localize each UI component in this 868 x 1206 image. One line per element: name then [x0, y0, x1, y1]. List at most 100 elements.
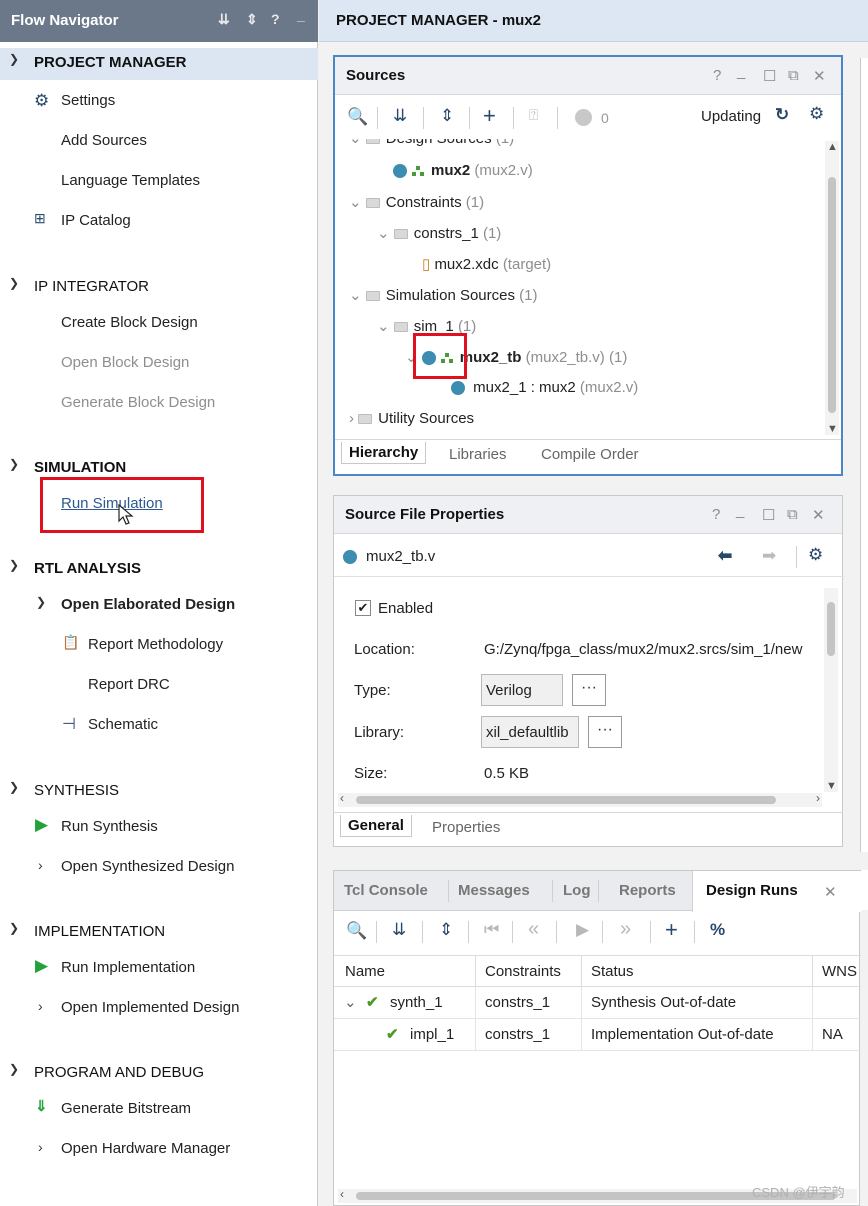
section-ip-integrator[interactable]: ❯ IP INTEGRATOR [0, 272, 318, 302]
toolbar-separator [423, 107, 424, 129]
scrollbar-thumb[interactable] [828, 177, 836, 413]
tab-messages[interactable]: Messages [458, 882, 530, 899]
section-project-manager[interactable]: ❯ PROJECT MANAGER [0, 48, 318, 80]
chevron-down-icon[interactable]: ❯ [36, 595, 46, 609]
nav-report-drc[interactable]: Report DRC [88, 676, 170, 693]
properties-scrollbar[interactable]: ▼ [824, 588, 838, 792]
column-header-name[interactable]: Name [345, 963, 385, 980]
nav-report-methodology[interactable]: Report Methodology [88, 636, 223, 653]
nav-generate-bitstream[interactable]: Generate Bitstream [61, 1100, 191, 1117]
nav-settings[interactable]: Settings [61, 92, 115, 109]
close-icon[interactable]: ✕ [812, 506, 825, 524]
column-header-constraints[interactable]: Constraints [485, 963, 561, 980]
tab-properties[interactable]: Properties [432, 819, 500, 836]
refresh-icon[interactable]: ↻ [775, 105, 789, 125]
table-row[interactable]: ✔ impl_1 constrs_1 Implementation Out-of… [334, 1019, 861, 1051]
nav-open-synthesized-design[interactable]: Open Synthesized Design [61, 858, 234, 875]
expand-all-icon[interactable]: ⇕ [246, 11, 258, 28]
tab-separator [448, 880, 449, 902]
section-rtl-analysis[interactable]: ❯ RTL ANALYSIS [0, 554, 318, 584]
add-icon[interactable]: + [665, 917, 678, 943]
help-icon[interactable]: ? [271, 11, 280, 27]
section-implementation[interactable]: ❯ IMPLEMENTATION [0, 917, 318, 947]
close-icon[interactable]: ✕ [813, 67, 826, 85]
library-more-button[interactable]: ··· [588, 716, 622, 748]
back-arrow-icon[interactable]: ⬅ [718, 546, 732, 566]
tree-node-mux2-1[interactable]: mux2_1 : mux2 (mux2.v) [451, 379, 638, 396]
gear-icon[interactable]: ⚙ [808, 545, 823, 565]
table-row[interactable]: ⌄ ✔ synth_1 constrs_1 Synthesis Out-of-d… [334, 987, 861, 1019]
toolbar-separator [468, 921, 469, 943]
first-icon: ⏮ [484, 920, 500, 939]
nav-open-hardware-manager[interactable]: Open Hardware Manager [61, 1140, 230, 1157]
run-constraints: constrs_1 [485, 994, 551, 1011]
chevron-right-icon[interactable]: › [38, 857, 43, 873]
nav-add-sources[interactable]: Add Sources [61, 132, 147, 149]
close-icon[interactable]: ✕ [824, 883, 837, 901]
chevron-right-icon[interactable]: › [38, 998, 43, 1014]
scrollbar-thumb[interactable] [356, 796, 776, 804]
tab-general[interactable]: General [340, 815, 412, 837]
section-program-and-debug[interactable]: ❯ PROGRAM AND DEBUG [0, 1058, 318, 1088]
help-icon[interactable]: ? [712, 506, 720, 523]
expand-all-icon[interactable]: ⇕ [440, 106, 454, 126]
nav-open-implemented-design[interactable]: Open Implemented Design [61, 999, 239, 1016]
chevron-down-icon[interactable]: ⌄ [344, 993, 357, 1011]
minimize-icon[interactable]: _ [737, 63, 745, 80]
collapse-all-icon[interactable]: ⇊ [392, 920, 406, 940]
expand-all-icon[interactable]: ⇕ [439, 920, 453, 940]
maximize-icon[interactable]: ☐ [763, 67, 776, 85]
status-count: 0 [601, 110, 609, 126]
tab-libraries[interactable]: Libraries [449, 446, 507, 463]
nav-run-synthesis[interactable]: Run Synthesis [61, 818, 158, 835]
tree-node-design-sources[interactable]: ⌄ Design Sources (1) [349, 139, 514, 147]
float-icon[interactable]: ⧉ [788, 67, 799, 84]
watermark: CSDN @伊宇韵 [752, 1185, 845, 1200]
column-header-wns[interactable]: WNS [822, 963, 857, 980]
minimize-icon[interactable]: _ [297, 7, 305, 23]
nav-create-block-design[interactable]: Create Block Design [61, 314, 198, 331]
enabled-checkbox[interactable]: ✔ [355, 600, 371, 616]
console-panel: Tcl Console Messages Log Reports Design … [333, 870, 861, 1206]
add-icon[interactable]: + [483, 103, 496, 129]
gear-icon[interactable]: ⚙ [809, 104, 824, 124]
toolbar-separator [376, 921, 377, 943]
maximize-icon[interactable]: ☐ [762, 506, 775, 524]
collapse-all-icon[interactable]: ⇊ [218, 11, 230, 28]
nav-language-templates[interactable]: Language Templates [61, 172, 200, 189]
nav-open-elaborated-design[interactable]: Open Elaborated Design [61, 596, 235, 613]
tab-hierarchy[interactable]: Hierarchy [341, 442, 427, 464]
section-synthesis[interactable]: ❯ SYNTHESIS [0, 776, 318, 806]
tab-log[interactable]: Log [563, 882, 591, 899]
help-icon[interactable]: ? [713, 67, 721, 84]
collapse-all-icon[interactable]: ⇊ [393, 106, 407, 126]
flow-navigator: Flow Navigator ⇊ ⇕ ? _ ❯ PROJECT MANAGER… [0, 0, 318, 1206]
tab-reports[interactable]: Reports [619, 882, 676, 899]
chevron-right-icon[interactable]: › [38, 1139, 43, 1155]
nav-ip-catalog[interactable]: IP Catalog [61, 212, 131, 229]
tab-compile-order[interactable]: Compile Order [541, 446, 639, 463]
sources-scrollbar[interactable]: ▲ ▼ [825, 141, 839, 435]
search-icon[interactable]: 🔍 [347, 107, 368, 127]
tab-tcl-console[interactable]: Tcl Console [344, 882, 428, 899]
tree-node-simulation-sources[interactable]: ⌄ Simulation Sources (1) [349, 286, 538, 304]
scrollbar-thumb[interactable] [827, 602, 835, 656]
section-label: RTL ANALYSIS [34, 560, 141, 577]
percent-icon[interactable]: % [710, 920, 725, 940]
nav-schematic[interactable]: Schematic [88, 716, 158, 733]
search-icon[interactable]: 🔍 [346, 921, 367, 941]
float-icon[interactable]: ⧉ [787, 506, 798, 523]
tree-node-constraints[interactable]: ⌄ Constraints (1) [349, 193, 484, 211]
chevron-down-icon: ⌄ [377, 225, 390, 242]
column-header-status[interactable]: Status [591, 963, 634, 980]
type-more-button[interactable]: ··· [572, 674, 606, 706]
tree-node-mux2-xdc[interactable]: ▯ mux2.xdc (target) [422, 255, 551, 273]
toolbar-separator [422, 921, 423, 943]
tree-node-constrs-1[interactable]: ⌄ constrs_1 (1) [377, 224, 501, 242]
tree-node-utility-sources[interactable]: › Utility Sources [349, 410, 474, 427]
tab-design-runs[interactable]: Design Runs [706, 882, 798, 899]
tree-node-mux2[interactable]: mux2 (mux2.v) [393, 162, 533, 179]
properties-hscrollbar[interactable]: ‹ › [338, 791, 822, 807]
nav-run-implementation[interactable]: Run Implementation [61, 959, 195, 976]
minimize-icon[interactable]: _ [736, 502, 744, 519]
